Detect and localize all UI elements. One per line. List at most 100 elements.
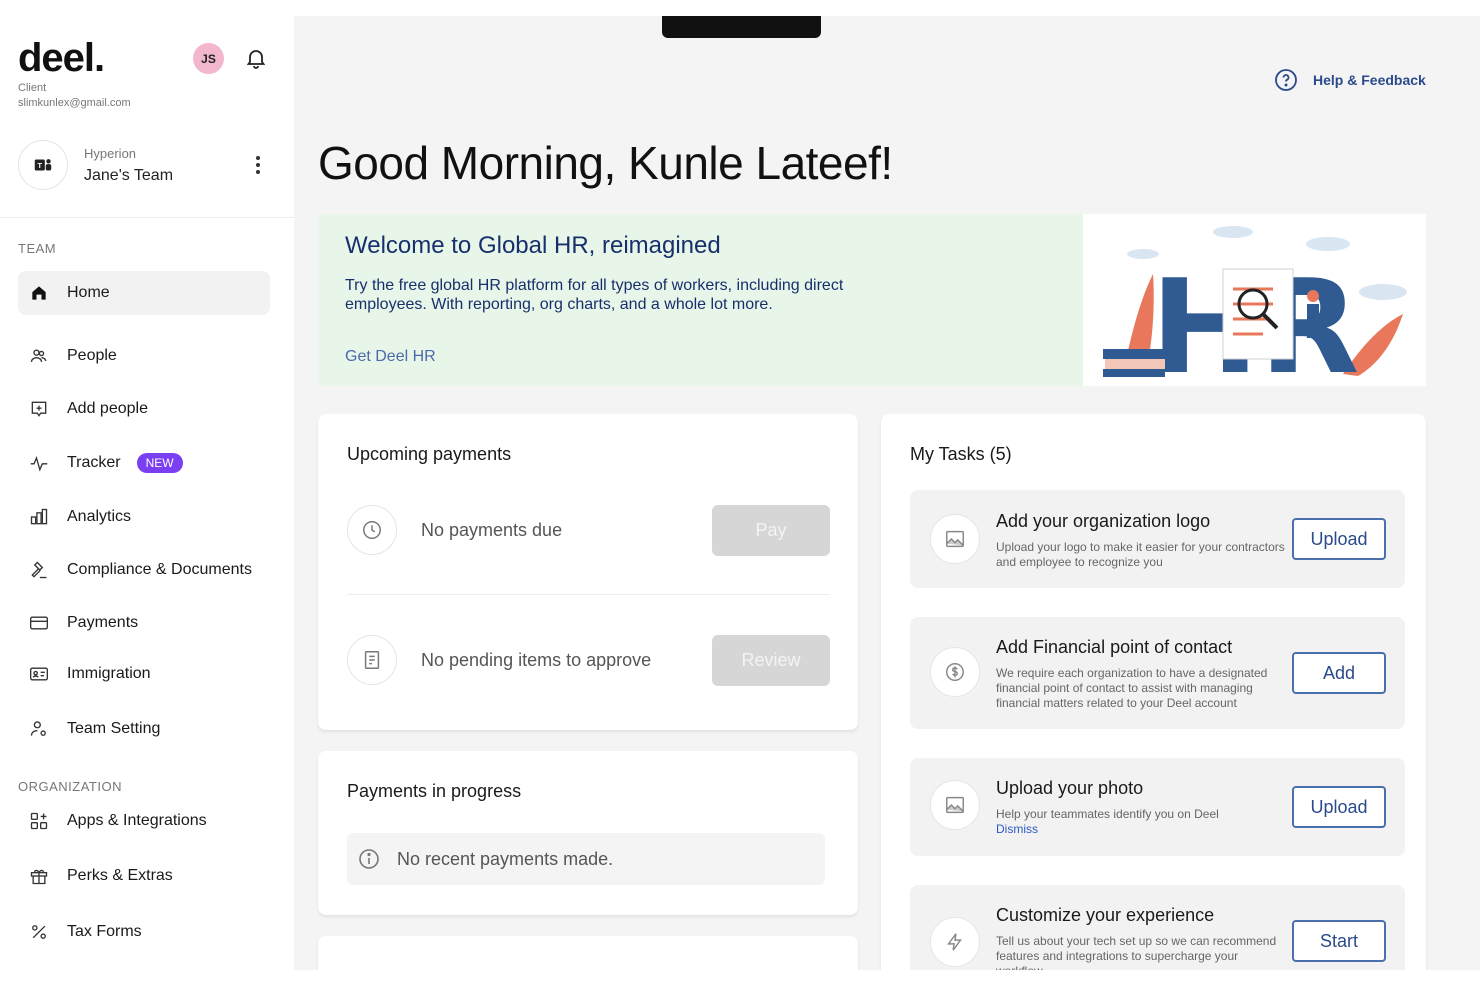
upload-photo-button[interactable]: Upload bbox=[1292, 786, 1386, 828]
banner-title: Welcome to Global HR, reimagined bbox=[345, 232, 721, 259]
sidebar-item-label: Perks & Extras bbox=[67, 867, 173, 884]
no-recent-payments-text: No recent payments made. bbox=[397, 848, 614, 869]
task-description-text: Help your teammates identify you on Deel bbox=[996, 807, 1219, 821]
user-settings-icon bbox=[28, 718, 50, 740]
hr-promo-banner: Welcome to Global HR, reimagined Try the… bbox=[318, 214, 1426, 386]
pay-button[interactable]: Pay bbox=[712, 504, 830, 556]
next-card-partial bbox=[318, 936, 858, 970]
sidebar-item-label: Home bbox=[67, 284, 110, 301]
add-financial-contact-button[interactable]: Add bbox=[1292, 652, 1386, 694]
no-payments-text: No payments due bbox=[421, 519, 563, 540]
sidebar-item-label: Add people bbox=[67, 400, 148, 417]
receipt-icon bbox=[347, 635, 397, 685]
deel-logo[interactable]: deel. bbox=[18, 36, 105, 81]
gift-icon bbox=[28, 865, 50, 887]
clock-icon bbox=[347, 505, 397, 555]
image-icon bbox=[930, 780, 980, 830]
payments-in-progress-card: Payments in progress No recent payments … bbox=[318, 751, 858, 915]
more-vertical-icon[interactable] bbox=[250, 152, 266, 178]
sidebar-item-tax-forms[interactable]: Tax Forms bbox=[18, 910, 270, 954]
image-icon bbox=[930, 514, 980, 564]
people-icon bbox=[28, 345, 50, 367]
team-switcher[interactable]: T Hyperion Jane's Team bbox=[18, 140, 278, 192]
add-people-icon bbox=[28, 398, 50, 420]
sidebar-item-home[interactable]: Home bbox=[18, 271, 270, 315]
activity-icon bbox=[28, 452, 50, 474]
sidebar-item-immigration[interactable]: Immigration bbox=[18, 652, 270, 696]
svg-text:T: T bbox=[38, 161, 43, 170]
info-icon bbox=[359, 849, 379, 869]
sidebar-item-analytics[interactable]: Analytics bbox=[18, 495, 270, 539]
sidebar-item-label: People bbox=[67, 347, 117, 364]
task-description: Upload your logo to make it easier for y… bbox=[996, 540, 1285, 569]
task-title: Customize your experience bbox=[996, 905, 1215, 925]
card-icon bbox=[28, 612, 50, 634]
sidebar-item-label: Compliance & Documents bbox=[67, 561, 252, 578]
dollar-icon bbox=[930, 647, 980, 697]
task-title: Add Financial point of contact bbox=[996, 637, 1233, 657]
get-deel-hr-link[interactable]: Get Deel HR bbox=[345, 348, 436, 366]
no-recent-payments-notice: No recent payments made. bbox=[347, 833, 825, 885]
main-content: Help & Feedback Good Morning, Kunle Late… bbox=[294, 16, 1480, 970]
task-description: Tell us about your tech set up so we can… bbox=[996, 934, 1277, 970]
task-title: Add your organization logo bbox=[996, 511, 1211, 531]
sidebar-item-perks[interactable]: Perks & Extras bbox=[18, 854, 270, 898]
sidebar-item-label: Apps & Integrations bbox=[67, 812, 207, 829]
team-org-name: Hyperion bbox=[84, 146, 137, 161]
apps-icon bbox=[28, 810, 50, 832]
my-tasks-title: My Tasks (5) bbox=[910, 444, 1012, 464]
hr-illustration: HR bbox=[1083, 214, 1426, 386]
sidebar-divider bbox=[0, 217, 294, 218]
help-circle-icon bbox=[1274, 68, 1298, 92]
sidebar-item-label: Tax Forms bbox=[67, 923, 142, 940]
bell-icon[interactable] bbox=[244, 46, 268, 70]
sidebar-item-tracker[interactable]: Tracker NEW bbox=[18, 441, 270, 485]
sidebar-item-team-setting[interactable]: Team Setting bbox=[18, 707, 270, 751]
sidebar-item-label: Tracker bbox=[67, 454, 121, 471]
banner-text: Try the free global HR platform for all … bbox=[345, 277, 844, 313]
no-pending-text: No pending items to approve bbox=[421, 649, 652, 670]
window-notch bbox=[662, 16, 821, 38]
sidebar-item-label: Team Setting bbox=[67, 720, 161, 737]
help-feedback-link[interactable]: Help & Feedback bbox=[1274, 68, 1426, 92]
upload-logo-button[interactable]: Upload bbox=[1292, 518, 1386, 560]
no-payments-row: No payments due Pay bbox=[347, 504, 830, 556]
percent-icon bbox=[28, 921, 50, 943]
sidebar: deel. Client slimkunlex@gmail.com JS T H… bbox=[0, 0, 294, 987]
task-item: Add Financial point of contact We requir… bbox=[910, 617, 1405, 729]
dismiss-link[interactable]: Dismiss bbox=[996, 822, 1286, 837]
help-feedback-label: Help & Feedback bbox=[1313, 72, 1426, 88]
review-button[interactable]: Review bbox=[712, 634, 830, 686]
payments-in-progress-title: Payments in progress bbox=[347, 781, 522, 801]
task-item: Add your organization logo Upload your l… bbox=[910, 490, 1405, 588]
home-icon bbox=[28, 282, 50, 304]
row-divider bbox=[347, 594, 830, 595]
sidebar-item-apps[interactable]: Apps & Integrations bbox=[18, 799, 270, 843]
bar-chart-icon bbox=[28, 506, 50, 528]
task-description: We require each organization to have a d… bbox=[996, 666, 1268, 710]
teams-logo-icon: T bbox=[18, 140, 68, 190]
gavel-icon bbox=[28, 559, 50, 581]
sidebar-item-people[interactable]: People bbox=[18, 334, 270, 378]
upcoming-payments-title: Upcoming payments bbox=[347, 444, 512, 464]
lightning-icon bbox=[930, 917, 980, 967]
task-title: Upload your photo bbox=[996, 778, 1144, 798]
my-tasks-card: My Tasks (5) Add your organization logo … bbox=[881, 414, 1426, 970]
sidebar-item-label: Analytics bbox=[67, 508, 132, 525]
account-role: Client bbox=[18, 82, 47, 94]
section-label-team: TEAM bbox=[18, 241, 57, 256]
section-label-organization: ORGANIZATION bbox=[18, 779, 122, 794]
user-avatar[interactable]: JS bbox=[193, 43, 224, 74]
sidebar-item-compliance[interactable]: Compliance & Documents bbox=[18, 548, 270, 592]
sidebar-item-label: Payments bbox=[67, 614, 139, 631]
new-badge: NEW bbox=[136, 453, 183, 473]
sidebar-item-add-people[interactable]: Add people bbox=[18, 387, 270, 431]
sidebar-item-label: Immigration bbox=[67, 665, 151, 682]
start-customize-button[interactable]: Start bbox=[1292, 920, 1386, 962]
task-item: Upload your photo Help your teammates id… bbox=[910, 758, 1405, 856]
upcoming-payments-card: Upcoming payments No payments due Pay No… bbox=[318, 414, 858, 730]
sidebar-item-payments[interactable]: Payments bbox=[18, 601, 270, 645]
team-name: Jane's Team bbox=[84, 167, 174, 184]
no-pending-row: No pending items to approve Review bbox=[347, 634, 830, 686]
id-card-icon bbox=[28, 663, 50, 685]
